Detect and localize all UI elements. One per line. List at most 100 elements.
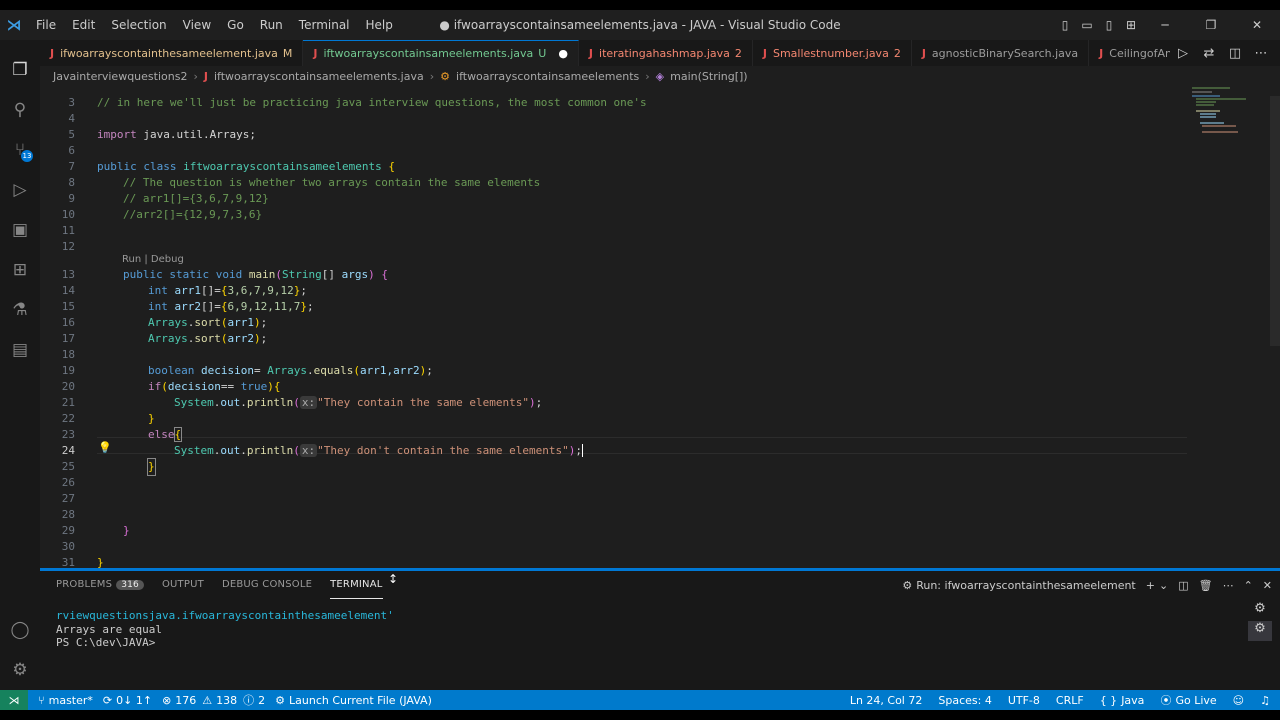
code-line: 22}: [61, 412, 155, 425]
trash-icon[interactable]: 🗑: [1199, 579, 1213, 592]
close-panel-icon[interactable]: ✕: [1263, 579, 1272, 592]
tab-terminal[interactable]: TERMINAL: [330, 571, 383, 599]
code-line: 26: [61, 476, 75, 489]
account-icon[interactable]: ◯: [0, 612, 40, 648]
code-line: 30: [61, 540, 75, 553]
editor-tabs: J ifwoarrayscontainthesameelement.java M…: [40, 40, 1280, 66]
docker-icon[interactable]: ▤: [0, 332, 40, 368]
tab-status: U: [538, 47, 547, 60]
menu-file[interactable]: File: [28, 18, 64, 32]
close-window-button[interactable]: ✕: [1234, 18, 1280, 32]
breadcrumb-file[interactable]: iftwoarrayscontainsameelements.java: [214, 70, 424, 83]
java-file-icon: J: [762, 46, 767, 60]
cursor-position[interactable]: Ln 24, Col 72: [850, 694, 923, 707]
settings-gear-icon[interactable]: ⚙: [0, 652, 40, 688]
compare-changes-icon[interactable]: ⇄: [1196, 46, 1222, 61]
code-line: 29}: [61, 524, 130, 537]
tab-debug-console[interactable]: DEBUG CONSOLE: [222, 571, 312, 599]
code-line: 23 else{: [61, 427, 183, 442]
extensions-icon[interactable]: ⊞: [0, 252, 40, 288]
menu-terminal[interactable]: Terminal: [291, 18, 358, 32]
parameter-hint: x:: [299, 444, 318, 457]
notifications-bell-icon[interactable]: ♫: [1260, 694, 1270, 707]
tab-iteratingahashmap[interactable]: J iteratingahashmap.java 2: [579, 40, 753, 66]
menu-run[interactable]: Run: [252, 18, 291, 32]
menu-help[interactable]: Help: [358, 18, 401, 32]
source-control-icon[interactable]: ⑂: [0, 132, 40, 168]
terminal-gear-icon[interactable]: ⚙: [1248, 601, 1272, 621]
search-icon[interactable]: ⚲: [0, 92, 40, 128]
tab-smallestnumber[interactable]: J Smallestnumber.java 2: [753, 40, 912, 66]
problems-count-badge: 316: [116, 580, 144, 590]
launch-config[interactable]: Launch Current File (JAVA): [289, 694, 432, 707]
go-live-button[interactable]: Go Live: [1175, 694, 1216, 707]
panel-tabs: PROBLEMS 316 OUTPUT DEBUG CONSOLE TERMINA…: [40, 571, 401, 599]
menu-edit[interactable]: Edit: [64, 18, 103, 32]
code-line: 3// in here we'll just be practicing jav…: [68, 96, 647, 109]
chevron-right-icon: ›: [645, 69, 650, 83]
error-count[interactable]: 176: [175, 694, 196, 707]
info-icon: ⓘ: [243, 694, 255, 707]
chevron-right-icon: ›: [193, 69, 198, 83]
chevron-down-icon[interactable]: ⌄: [1159, 579, 1168, 592]
toggle-panel-icon[interactable]: ▭: [1076, 18, 1098, 32]
new-terminal-icon[interactable]: +: [1146, 579, 1155, 592]
end-of-line[interactable]: CRLF: [1056, 694, 1084, 707]
code-line: 28: [61, 508, 75, 521]
minimize-button[interactable]: ─: [1142, 18, 1188, 32]
resize-cursor-icon: ↕: [388, 572, 399, 586]
code-line: 15 int arr2[]={6,9,12,11,7};: [61, 300, 314, 313]
terminal-instance-label[interactable]: Run: ifwoarrayscontainthesameelement: [916, 579, 1136, 592]
code-line: 12: [61, 240, 75, 253]
status-bar: ⋊ ⑂ master* ⟳ 0↓ 1↑ ⊗ 176 ⚠ 138 ⓘ 2 ⚙ La…: [0, 690, 1280, 710]
customize-layout-icon[interactable]: ⊞: [1120, 18, 1142, 32]
warning-count[interactable]: 138: [216, 694, 237, 707]
tab-label: Smallestnumber.java: [772, 46, 889, 60]
java-file-icon: J: [921, 46, 926, 60]
code-line: 8// The question is whether two arrays c…: [68, 176, 541, 189]
tab-iftwoarrayscontainsameelements[interactable]: J iftwoarrayscontainsameelements.java U …: [303, 40, 579, 66]
window-controls: ▯ ▭ ▯ ⊞ ─ ❐ ✕: [1054, 10, 1280, 40]
tab-ifwoarrayscontainthesameelement[interactable]: J ifwoarrayscontainthesameelement.java M: [40, 40, 304, 66]
toggle-secondary-sidebar-icon[interactable]: ▯: [1098, 18, 1120, 32]
toggle-primary-sidebar-icon[interactable]: ▯: [1054, 18, 1076, 32]
unsaved-dot-icon[interactable]: ●: [558, 47, 568, 60]
tab-problems[interactable]: PROBLEMS 316: [56, 571, 144, 599]
breadcrumb-class[interactable]: iftwoarrayscontainsameelements: [456, 70, 639, 83]
code-line: 17 Arrays.sort(arr2);: [61, 332, 268, 345]
terminal-gear-icon-selected[interactable]: ⚙: [1248, 621, 1272, 641]
menu-go[interactable]: Go: [219, 18, 252, 32]
breadcrumb-method[interactable]: main(String[]): [670, 70, 747, 83]
minimap[interactable]: [1190, 86, 1270, 146]
more-actions-icon[interactable]: ⋯: [1223, 579, 1234, 592]
terminal-output[interactable]: rviewquestionsjava.ifwoarrayscontainthes…: [56, 609, 394, 650]
split-editor-icon[interactable]: ◫: [1222, 46, 1248, 61]
code-editor[interactable]: 💡 3// in here we'll just be practicing j…: [40, 86, 1280, 570]
more-actions-icon[interactable]: ⋯: [1248, 46, 1274, 61]
remote-explorer-icon[interactable]: ▣: [0, 212, 40, 248]
encoding[interactable]: UTF-8: [1008, 694, 1040, 707]
info-count[interactable]: 2: [258, 694, 265, 707]
maximize-panel-icon[interactable]: ⌃: [1244, 579, 1253, 592]
feedback-icon[interactable]: ☺: [1233, 694, 1244, 707]
breadcrumb-folder[interactable]: Javainterviewquestions2: [53, 70, 187, 83]
language-mode[interactable]: Java: [1121, 694, 1144, 707]
editor-scrollbar[interactable]: [1270, 96, 1280, 346]
run-play-icon[interactable]: ▷: [1170, 46, 1196, 61]
restore-button[interactable]: ❐: [1188, 18, 1234, 32]
tab-output[interactable]: OUTPUT: [162, 571, 204, 599]
menu-selection[interactable]: Selection: [103, 18, 174, 32]
indentation[interactable]: Spaces: 4: [938, 694, 991, 707]
testing-icon[interactable]: ⚗: [0, 292, 40, 328]
sync-status[interactable]: 0↓ 1↑: [116, 694, 152, 707]
tab-agnosticbinarysearch[interactable]: J agnosticBinarySearch.java: [912, 40, 1090, 66]
run-debug-codelens[interactable]: Run | Debug: [122, 254, 184, 268]
explorer-icon[interactable]: ❐: [0, 52, 40, 88]
menu-view[interactable]: View: [175, 18, 219, 32]
run-debug-icon[interactable]: ▷: [0, 172, 40, 208]
remote-icon[interactable]: ⋊: [0, 690, 28, 710]
code-line: 13 public static void main(String[] args)…: [61, 268, 388, 281]
split-terminal-icon[interactable]: ◫: [1178, 579, 1188, 592]
tab-status: M: [282, 46, 293, 60]
branch-name[interactable]: master*: [49, 694, 93, 707]
